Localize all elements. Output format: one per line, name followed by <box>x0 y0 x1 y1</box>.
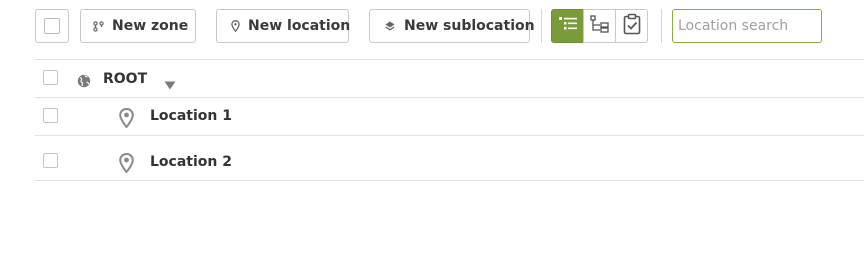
new-location-button[interactable]: New location <box>216 9 351 43</box>
location-search-input[interactable] <box>672 9 822 43</box>
toolbar-divider <box>661 9 662 43</box>
list-view-icon <box>558 15 578 37</box>
row-checkbox[interactable] <box>43 108 58 123</box>
tree-root-label: ROOT <box>103 71 148 87</box>
checklist-view-button[interactable] <box>615 9 648 43</box>
location-label: Location 1 <box>150 108 232 124</box>
new-zone-label: New zone <box>112 18 189 34</box>
select-all-checkbox[interactable] <box>44 18 60 34</box>
new-sublocation-label: New sublocation <box>404 18 535 34</box>
new-sublocation-button[interactable]: New sublocation <box>369 9 535 43</box>
select-all-checkbox-button[interactable] <box>35 9 69 43</box>
caret-down-icon[interactable] <box>164 75 176 94</box>
tree-row-location[interactable]: Location 2 <box>35 135 864 181</box>
row-checkbox[interactable] <box>43 153 58 168</box>
tree-row-location[interactable]: Location 1 <box>35 97 864 135</box>
location-tree: ROOT Location 1 Location 2 <box>35 59 864 181</box>
tree-row-root[interactable]: ROOT <box>35 59 864 97</box>
view-mode-group <box>551 9 648 43</box>
new-zone-button[interactable]: New zone <box>80 9 196 43</box>
new-location-label: New location <box>248 18 351 34</box>
map-pin-icon <box>119 107 134 132</box>
row-checkbox[interactable] <box>43 70 58 85</box>
map-pin-icon <box>231 20 240 32</box>
toolbar: New zone New location New sublocation <box>0 0 864 52</box>
globe-icon <box>77 73 91 92</box>
layers-icon <box>384 20 396 32</box>
location-label: Location 2 <box>150 154 232 170</box>
toolbar-divider <box>541 9 542 43</box>
tree-view-button[interactable] <box>583 9 616 43</box>
clipboard-check-icon <box>622 13 642 39</box>
zone-icon <box>93 20 104 32</box>
list-view-button[interactable] <box>551 9 584 43</box>
tree-view-icon <box>589 15 610 37</box>
map-pin-icon <box>119 152 134 177</box>
